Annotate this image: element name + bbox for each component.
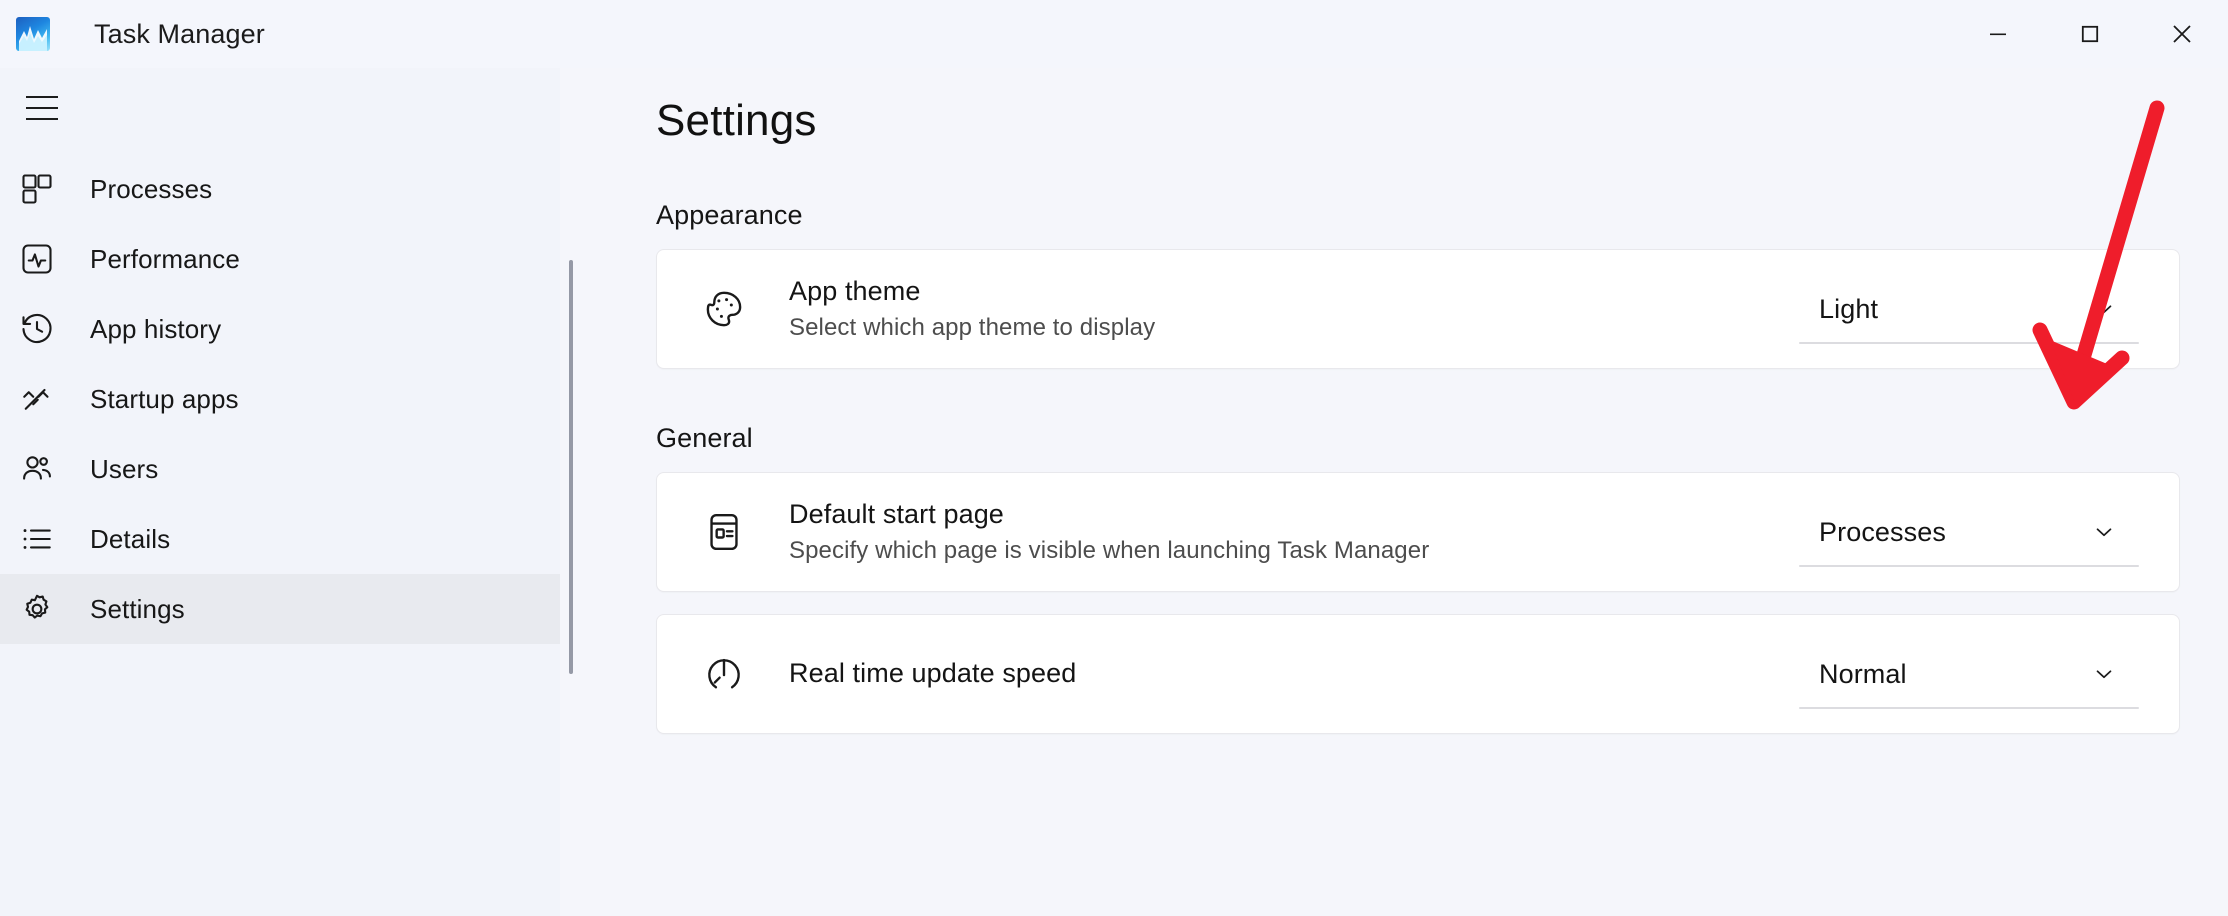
users-icon [16, 448, 58, 490]
hamburger-bar [26, 107, 58, 109]
details-icon [16, 518, 58, 560]
default-start-page-dropdown-value: Processes [1819, 516, 1946, 547]
performance-icon [16, 238, 58, 280]
sidebar-item-users[interactable]: Users [0, 434, 560, 504]
sidebar-item-label: Details [90, 523, 171, 554]
general-card-start-page: Default start page Specify which page is… [656, 472, 2180, 592]
settings-gear-icon [16, 588, 58, 630]
sidebar-nav-list: Processes Performance App history Startu… [0, 154, 560, 644]
sidebar-item-label: Startup apps [90, 383, 239, 414]
section-header-appearance: Appearance [656, 200, 803, 230]
hamburger-bar [26, 96, 58, 98]
task-manager-icon [16, 17, 50, 51]
page-title: Settings [656, 96, 817, 145]
app-theme-dropdown-value: Light [1819, 293, 1879, 324]
hamburger-bar [26, 118, 58, 120]
close-button[interactable] [2136, 0, 2228, 68]
title-bar: Task Manager [0, 0, 2228, 68]
update-speed-dropdown-value: Normal [1819, 658, 1907, 689]
chevron-down-icon [2096, 528, 2112, 537]
sidebar-item-label: Users [90, 453, 159, 484]
palette-icon [701, 286, 747, 332]
minimize-icon [1990, 33, 2006, 36]
window-title: Task Manager [94, 18, 265, 49]
chevron-down-icon [2096, 305, 2112, 314]
startup-apps-icon [16, 378, 58, 420]
settings-content-area: Settings Appearance App theme Select whi… [560, 68, 2228, 916]
setting-subtitle: Select which app theme to display [789, 314, 1156, 342]
close-icon [2173, 25, 2191, 43]
minimize-button[interactable] [1952, 0, 2044, 68]
setting-title: App theme [789, 275, 921, 306]
chevron-down-icon [2096, 670, 2112, 679]
content-scrollbar[interactable] [566, 260, 576, 674]
app-theme-dropdown[interactable]: Light [1799, 274, 2139, 344]
general-card-update-speed: Real time update speed Normal [656, 614, 2180, 734]
maximize-button[interactable] [2044, 0, 2136, 68]
setting-text-block: Default start page Specify which page is… [789, 498, 1799, 567]
default-start-page-dropdown[interactable]: Processes [1799, 497, 2139, 567]
setting-title: Default start page [789, 498, 1004, 529]
sidebar-item-startup-apps[interactable]: Startup apps [0, 364, 560, 434]
sidebar-item-app-history[interactable]: App history [0, 294, 560, 364]
setting-row-app-theme: App theme Select which app theme to disp… [657, 250, 2179, 368]
sidebar-item-label: Performance [90, 243, 240, 274]
setting-subtitle: Specify which page is visible when launc… [789, 537, 1430, 565]
sidebar-item-performance[interactable]: Performance [0, 224, 560, 294]
hamburger-menu-icon[interactable] [12, 82, 72, 134]
scrollbar-thumb[interactable] [569, 260, 573, 674]
window-body: Processes Performance App history Startu… [0, 68, 2228, 916]
setting-text-block: App theme Select which app theme to disp… [789, 275, 1799, 344]
appearance-card: App theme Select which app theme to disp… [656, 249, 2180, 369]
start-page-icon [701, 509, 747, 555]
sidebar-item-details[interactable]: Details [0, 504, 560, 574]
sidebar-item-label: Settings [90, 593, 185, 624]
update-speed-dropdown[interactable]: Normal [1799, 639, 2139, 709]
processes-icon [16, 168, 58, 210]
maximize-icon [2081, 25, 2099, 43]
sidebar-item-label: Processes [90, 173, 213, 204]
speed-gauge-icon [701, 651, 747, 697]
task-manager-window: Task Manager Processes Performance App h… [0, 0, 2228, 916]
setting-title: Real time update speed [789, 658, 1077, 689]
app-history-icon [16, 308, 58, 350]
navigation-sidebar: Processes Performance App history Startu… [0, 68, 560, 916]
sidebar-item-label: App history [90, 313, 222, 344]
setting-row-real-time-update-speed: Real time update speed Normal [657, 615, 2179, 733]
setting-text-block: Real time update speed [789, 657, 1799, 691]
sidebar-item-settings[interactable]: Settings [0, 574, 560, 644]
sidebar-item-processes[interactable]: Processes [0, 154, 560, 224]
settings-content-inner: Settings Appearance App theme Select whi… [560, 96, 2228, 734]
setting-row-default-start-page: Default start page Specify which page is… [657, 473, 2179, 591]
window-controls [1952, 0, 2228, 68]
section-header-general: General [656, 423, 753, 453]
